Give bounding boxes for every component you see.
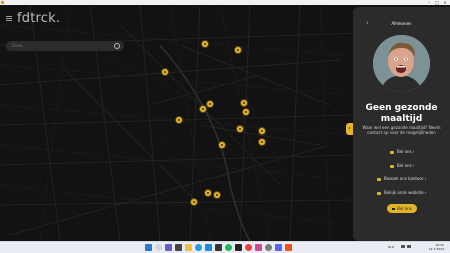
location-marker[interactable] [219,142,225,148]
visit-office-link[interactable]: Bezoek ons kantoor › [377,175,426,183]
location-marker[interactable] [235,47,241,53]
language-indicator[interactable]: NLD [388,245,394,249]
panel-description: Waar wel een gezonde maaltijd? Neem cont… [362,125,441,135]
windows-start-icon[interactable] [145,244,152,251]
call-link[interactable]: Bel ons › [390,162,415,170]
app-logo: fdtrck. [17,11,61,26]
task-view-icon[interactable] [175,244,182,251]
location-marker[interactable] [205,190,211,196]
location-marker[interactable] [200,106,206,112]
vscode-icon[interactable] [205,244,212,251]
action-label: Bezoek ons kantoor › [384,176,427,181]
location-marker[interactable] [259,128,265,134]
taskbar: NLD 16:45 12-7-2023 [0,241,450,253]
search-placeholder: Zoek... [12,43,26,48]
panel-title: Afrekenen [391,21,412,26]
discord-icon[interactable] [275,244,282,251]
cta-label: Bel ons [397,206,412,211]
action-label: Bel ons › [397,149,415,154]
spotify-icon[interactable] [225,244,232,251]
info-panel: ‹ Afrekenen Geen gezonde maaltijd Waar w… [353,7,450,241]
location-marker[interactable] [162,69,168,75]
figma-icon[interactable] [285,244,292,251]
location-marker[interactable] [241,100,247,106]
photos-icon[interactable] [255,244,262,251]
location-marker[interactable] [214,192,220,198]
clock[interactable]: 16:45 12-7-2023 [428,243,444,251]
chrome-icon[interactable] [245,244,252,251]
wifi-icon[interactable] [401,245,405,248]
clock-date: 12-7-2023 [428,247,444,251]
location-marker[interactable] [176,117,182,123]
call-button[interactable]: Bel ons [387,204,417,213]
store-icon[interactable] [215,244,222,251]
location-marker[interactable] [243,109,249,115]
volume-icon[interactable] [407,245,411,248]
phone-icon [390,164,394,168]
globe-icon [377,191,381,195]
search-icon[interactable] [155,244,162,251]
call-link[interactable]: Bel ons › [390,148,415,156]
explorer-icon[interactable] [185,244,192,251]
panel-heading: Geen gezonde maaltijd [365,103,438,124]
phone-icon [392,208,396,210]
collapse-panel-button[interactable]: ‹ [346,123,353,135]
action-label: Bel ons › [397,163,415,168]
search-icon[interactable] [114,43,120,49]
avatar [373,35,430,92]
location-icon [377,177,381,181]
location-marker[interactable] [259,139,265,145]
location-marker[interactable] [191,199,197,205]
settings-icon[interactable] [265,244,272,251]
menu-icon[interactable] [6,16,12,21]
search-input[interactable]: Zoek... [6,41,124,51]
location-marker[interactable] [237,126,243,132]
phone-icon [390,150,394,154]
location-marker[interactable] [207,101,213,107]
location-marker[interactable] [202,41,208,47]
terminal-icon[interactable] [235,244,242,251]
website-link[interactable]: Bekijk onze website › [377,189,427,197]
action-label: Bekijk onze website › [384,190,427,195]
app-icon [1,1,4,4]
chat-icon[interactable] [165,244,172,251]
edge-icon[interactable] [195,244,202,251]
